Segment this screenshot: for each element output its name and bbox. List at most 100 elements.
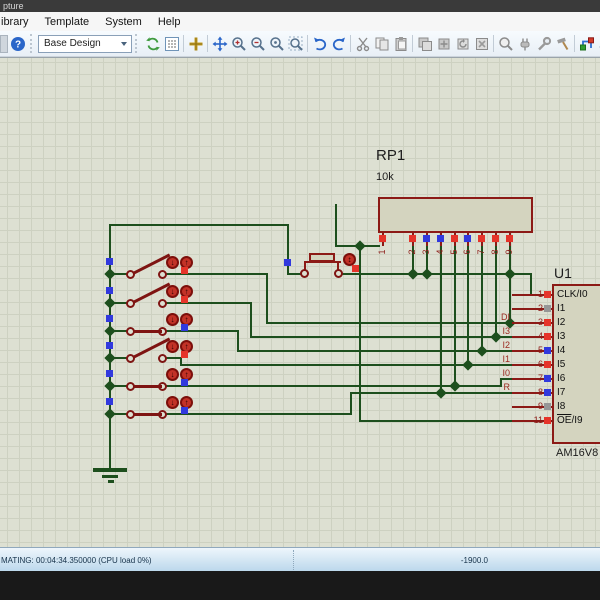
- rp1-pin-number: 6: [462, 249, 472, 255]
- design-selector-dropdown[interactable]: Base Design: [38, 34, 132, 53]
- junction-dot: [104, 380, 116, 392]
- plug-icon: [520, 38, 529, 50]
- logic-state-indicator: [492, 235, 499, 242]
- logic-state-indicator: [464, 235, 471, 242]
- u1-pin-number: 1: [537, 289, 543, 299]
- rp1-pin-number: 2: [407, 249, 417, 255]
- wire-segment: [359, 245, 361, 422]
- pick-part-icon: [498, 36, 513, 51]
- rp1-pin-number: 9: [504, 249, 514, 255]
- switch-2-down-button[interactable]: ↓: [166, 285, 179, 298]
- undo-icon: [313, 37, 326, 50]
- hammer-icon: [556, 37, 568, 50]
- wire-segment: [350, 392, 514, 394]
- push-button-cap[interactable]: [309, 253, 335, 262]
- origin-crosshair-icon: [189, 37, 202, 50]
- toggle-grid-button[interactable]: [162, 34, 181, 53]
- wire-segment: [166, 330, 239, 332]
- svg-text:?: ?: [14, 39, 20, 50]
- zoom-out-button[interactable]: [248, 34, 267, 53]
- logic-state-indicator: [106, 398, 113, 405]
- u1-pin-number: 7: [537, 373, 543, 383]
- wrench-icon: [537, 36, 551, 50]
- wire-autorouter-button[interactable]: [577, 34, 596, 53]
- zoom-all-button[interactable]: [267, 34, 286, 53]
- rp1-ref: RP1: [376, 147, 406, 164]
- u1-pin-label: I8: [557, 401, 566, 412]
- rp1-pin-number: 4: [435, 249, 445, 255]
- menu-library[interactable]: ibrary: [0, 16, 37, 28]
- zoom-area-button[interactable]: [286, 34, 305, 53]
- logic-state-indicator: [181, 379, 188, 386]
- logic-state-indicator: [352, 265, 359, 272]
- wire-segment: [454, 245, 456, 387]
- push-button-terminal: [300, 269, 309, 278]
- net-label: DI: [501, 312, 510, 322]
- switch-5-down-button[interactable]: ↓: [166, 368, 179, 381]
- logic-state-indicator: [181, 407, 188, 414]
- partial-toolbar-icon[interactable]: [0, 34, 8, 53]
- paste-icon: [395, 36, 406, 51]
- block-copy-button[interactable]: [415, 34, 434, 53]
- logic-state-indicator: [106, 315, 113, 322]
- wire-segment: [467, 245, 469, 366]
- make-device-button[interactable]: [515, 34, 534, 53]
- block-copy-icon: [418, 37, 432, 51]
- copy-icon: [375, 37, 388, 50]
- false-origin-button[interactable]: [186, 34, 205, 53]
- logic-state-indicator: [478, 235, 485, 242]
- help-button[interactable]: ?: [8, 34, 27, 53]
- pan-button[interactable]: [210, 34, 229, 53]
- menu-help[interactable]: Help: [150, 16, 189, 28]
- u1-pin-number: 8: [537, 387, 543, 397]
- u1-pin-number: 5: [537, 345, 543, 355]
- junction-dot: [435, 387, 447, 399]
- wire-segment: [237, 330, 239, 352]
- cursor-coordinate: -1900.0: [460, 556, 488, 565]
- logic-state-indicator: [106, 342, 113, 349]
- title-bar[interactable]: pture: [0, 0, 600, 12]
- search-components-button[interactable]: [596, 34, 600, 53]
- logic-state-indicator: [544, 319, 551, 326]
- switch-1-down-button[interactable]: ↓: [166, 256, 179, 269]
- switch-3-down-button[interactable]: ↓: [166, 313, 179, 326]
- refresh-icon: [145, 36, 160, 51]
- menu-template[interactable]: Template: [37, 16, 98, 28]
- zoom-in-icon: [231, 36, 246, 51]
- packaging-tool-button[interactable]: [534, 34, 553, 53]
- ground-symbol-bar: [93, 468, 127, 472]
- block-rotate-button[interactable]: [453, 34, 472, 53]
- zoom-in-button[interactable]: [229, 34, 248, 53]
- u1-pin-label: I6: [557, 373, 566, 384]
- junction-dot: [421, 268, 433, 280]
- switch-terminal: [158, 299, 167, 308]
- ground-symbol-bar: [108, 480, 114, 483]
- junction-dot: [104, 297, 116, 309]
- refresh-display-button[interactable]: [143, 34, 162, 53]
- copy-button[interactable]: [372, 34, 391, 53]
- rp1-pin-number: 8: [490, 249, 500, 255]
- redo-button[interactable]: [329, 34, 348, 53]
- u1-pin-label: CLK/I0: [557, 289, 588, 300]
- schematic-canvas[interactable]: RP1 10k 1 2 3 4 5 6 7 8 9 U1 AM16V8 1 CLK/I0 2 I1 3 I2 4 I3 5…: [0, 57, 600, 548]
- cut-button[interactable]: [353, 34, 372, 53]
- net-label: I0: [502, 368, 510, 378]
- wire-segment: [266, 322, 514, 324]
- decompose-button[interactable]: [553, 34, 572, 53]
- undo-button[interactable]: [310, 34, 329, 53]
- logic-state-indicator: [544, 347, 551, 354]
- block-move-button[interactable]: [434, 34, 453, 53]
- pick-part-button[interactable]: [496, 34, 515, 53]
- block-delete-button[interactable]: [472, 34, 491, 53]
- schematic-world: RP1 10k 1 2 3 4 5 6 7 8 9 U1 AM16V8 1 CLK/I0 2 I1 3 I2 4 I3 5…: [0, 58, 600, 548]
- net-label: R: [503, 382, 511, 392]
- paste-button[interactable]: [391, 34, 410, 53]
- rp1-body[interactable]: [378, 197, 533, 233]
- logic-state-indicator: [544, 389, 551, 396]
- switch-4-down-button[interactable]: ↓: [166, 340, 179, 353]
- switch-blade: [133, 385, 162, 388]
- net-label: I3: [502, 326, 510, 336]
- menu-system[interactable]: System: [97, 16, 150, 28]
- switch-6-down-button[interactable]: ↓: [166, 396, 179, 409]
- u1-device: AM16V8: [556, 447, 599, 459]
